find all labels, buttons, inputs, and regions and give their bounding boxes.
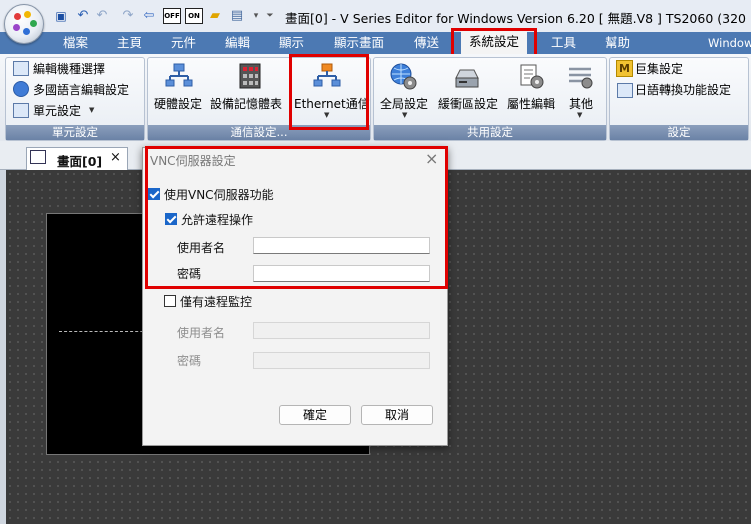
monitor-username-label: 使用者名 bbox=[177, 326, 226, 340]
unit-settings-group-label: 單元設定 bbox=[6, 125, 144, 140]
japanese-convert-settings-button[interactable]: 日語轉換功能設定 bbox=[635, 81, 731, 98]
cancel-button[interactable]: 取消 bbox=[361, 405, 433, 425]
macro-settings-button[interactable]: 巨集設定 bbox=[635, 60, 683, 77]
other-settings-dropdown-icon[interactable]: ▼ bbox=[577, 111, 582, 119]
document-tab-close-icon[interactable]: × bbox=[110, 150, 121, 165]
global-settings-icon bbox=[390, 63, 417, 90]
on-icon[interactable]: ON bbox=[185, 8, 203, 24]
unit-settings-dropdown-icon[interactable]: ▼ bbox=[89, 106, 94, 114]
off-icon[interactable]: OFF bbox=[163, 8, 181, 24]
monitor-password-input[interactable] bbox=[253, 352, 430, 369]
menu-tools[interactable]: 工具 bbox=[551, 32, 576, 54]
menu-window[interactable]: Window bbox=[708, 32, 751, 54]
hardware-settings-button[interactable]: 硬體設定 bbox=[154, 95, 202, 112]
common-settings-group-label: 共用設定 bbox=[374, 125, 606, 140]
buffer-drive-icon bbox=[455, 69, 479, 88]
unit-settings-icon bbox=[13, 103, 29, 118]
redo-icon[interactable] bbox=[102, 8, 118, 24]
menu-edit[interactable]: 編輯 bbox=[225, 32, 250, 54]
global-settings-button[interactable]: 全局設定 bbox=[380, 95, 428, 112]
undo-icon[interactable]: ↶ bbox=[75, 8, 91, 24]
document-tab-label: 畫面[0] bbox=[57, 154, 103, 169]
menu-parts[interactable]: 元件 bbox=[171, 32, 196, 54]
device-memory-icon bbox=[239, 63, 261, 89]
monitor-only-checkbox[interactable] bbox=[164, 295, 176, 307]
model-select-icon bbox=[13, 61, 29, 76]
ethernet-highlight-box bbox=[289, 54, 369, 130]
language-globe-icon bbox=[13, 81, 29, 97]
window-title: 畫面[0] - V Series Editor for Windows Vers… bbox=[285, 11, 751, 26]
hardware-network-icon bbox=[165, 63, 193, 87]
vnc-settings-highlight-box bbox=[145, 146, 448, 289]
japanese-convert-icon bbox=[617, 83, 633, 98]
menu-screen-view[interactable]: 顯示畫面 bbox=[334, 32, 384, 54]
menu-file[interactable]: 檔案 bbox=[63, 32, 88, 54]
global-settings-dropdown-icon[interactable]: ▼ bbox=[402, 111, 407, 119]
screen-doc-icon bbox=[30, 150, 46, 164]
monitor-only-label: 僅有遠程監控 bbox=[180, 295, 253, 309]
monitor-username-input[interactable] bbox=[253, 322, 430, 339]
buffer-settings-button[interactable]: 緩衝區設定 bbox=[438, 95, 498, 112]
attribute-edit-icon bbox=[520, 64, 544, 89]
save-icon[interactable]: ▣ bbox=[53, 8, 69, 24]
app-logo-icon[interactable] bbox=[4, 4, 44, 44]
multilanguage-settings-button[interactable]: 多國語言編輯設定 bbox=[33, 81, 129, 98]
ok-button[interactable]: 確定 bbox=[279, 405, 351, 425]
document-check-icon[interactable]: ▤ bbox=[229, 8, 245, 24]
forward-arrow-icon[interactable] bbox=[141, 8, 157, 24]
menu-view[interactable]: 顯示 bbox=[279, 32, 304, 54]
monitor-password-label: 密碼 bbox=[177, 354, 202, 368]
macro-icon: M bbox=[616, 60, 633, 77]
attribute-edit-button[interactable]: 屬性編輯 bbox=[507, 95, 555, 112]
other-settings-icon bbox=[569, 67, 593, 89]
menu-highlight-box bbox=[451, 28, 537, 57]
redo-disabled-icon[interactable]: ↷ bbox=[120, 8, 136, 24]
model-select-button[interactable]: 編輯機種選擇 bbox=[33, 60, 105, 77]
menu-help[interactable]: 幫助 bbox=[605, 32, 630, 54]
settings-group-label: 設定 bbox=[610, 125, 748, 140]
folder-icon[interactable]: ▰ bbox=[207, 8, 223, 24]
unit-settings-button[interactable]: 單元設定 bbox=[33, 102, 81, 119]
device-memory-table-button[interactable]: 設備記憶體表 bbox=[210, 95, 282, 112]
customize-dropdown-icon[interactable]: ⏷ bbox=[262, 8, 278, 24]
menu-home[interactable]: 主頁 bbox=[117, 32, 142, 54]
other-settings-button[interactable]: 其他 bbox=[569, 95, 593, 112]
menu-transfer[interactable]: 傳送 bbox=[414, 32, 439, 54]
